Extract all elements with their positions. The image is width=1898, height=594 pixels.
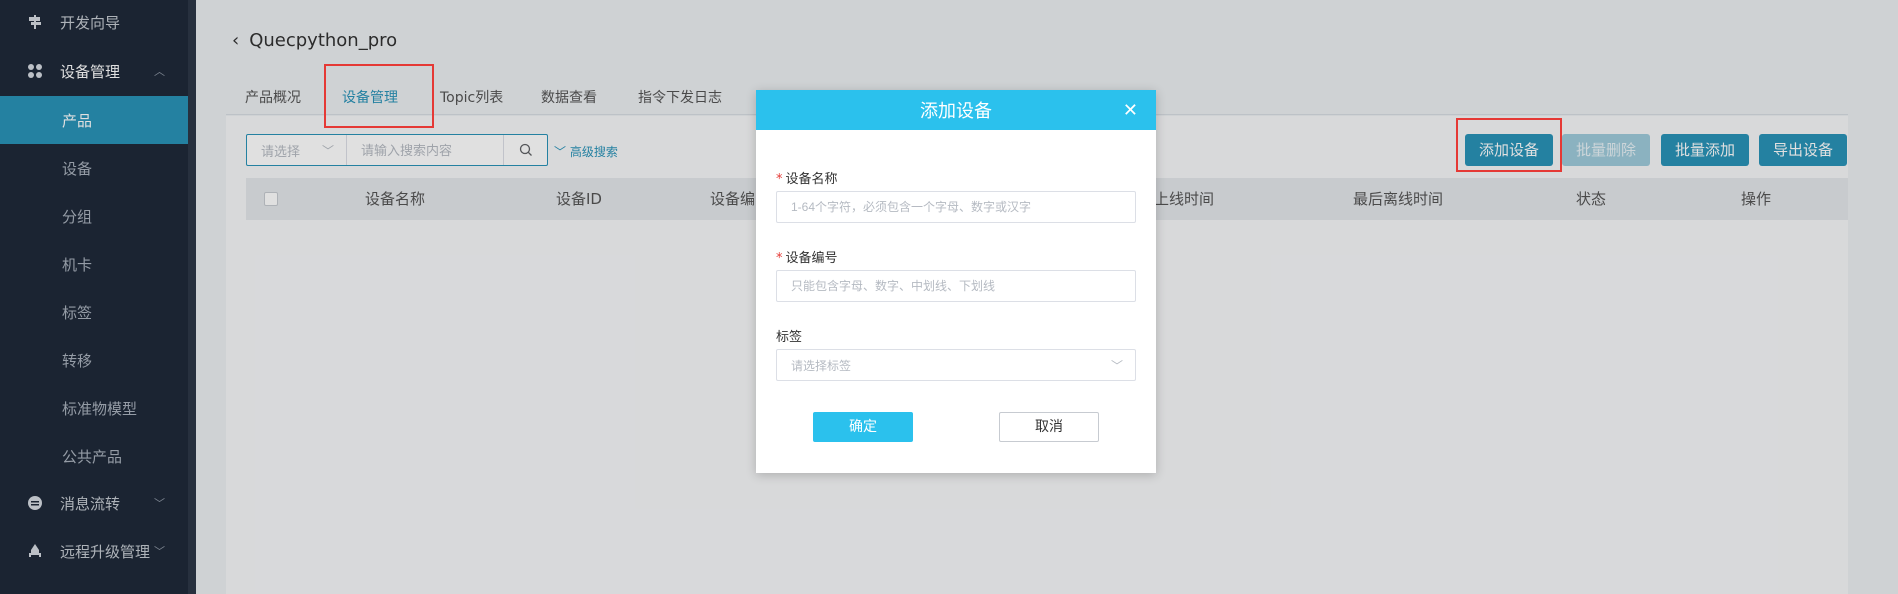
tag-select[interactable]: 请选择标签 ﹀ xyxy=(776,349,1136,381)
tag-label: 标签 xyxy=(776,330,803,345)
dialog-header: 添加设备 ✕ xyxy=(756,90,1156,130)
highlight-box xyxy=(1456,118,1562,172)
device-name-label: * 设备名称 xyxy=(776,172,838,187)
device-number-field[interactable] xyxy=(776,270,1136,302)
dialog-title: 添加设备 xyxy=(920,101,992,122)
chevron-down-icon: ﹀ xyxy=(1110,358,1123,373)
confirm-button[interactable]: 确定 xyxy=(813,412,913,442)
device-number-label: * 设备编号 xyxy=(776,251,838,266)
required-marker: * xyxy=(776,172,783,187)
highlight-box xyxy=(324,64,434,128)
close-icon[interactable]: ✕ xyxy=(1123,100,1138,121)
cancel-button[interactable]: 取消 xyxy=(999,412,1099,442)
device-name-field[interactable] xyxy=(776,191,1136,223)
add-device-dialog: 添加设备 ✕ *设备名称 *设备编号 标签 请选择标签 ﹀ 确定 取消 xyxy=(756,90,1156,473)
required-marker: * xyxy=(776,251,783,266)
